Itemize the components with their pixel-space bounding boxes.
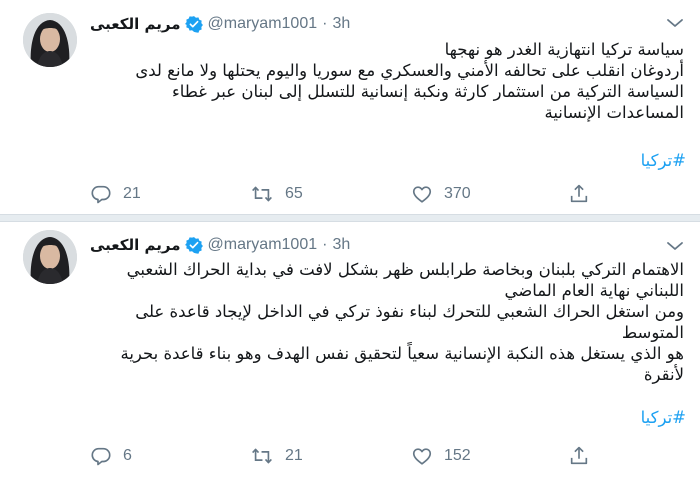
retweet-button[interactable]: 21 bbox=[250, 444, 303, 468]
tweet-text-line: هو الذي يستغل هذه النكبة الإنسانية سعياً… bbox=[120, 344, 684, 363]
handle[interactable]: @maryam1001 bbox=[208, 236, 318, 254]
reply-button[interactable]: 21 bbox=[90, 182, 141, 206]
handle[interactable]: @maryam1001 bbox=[208, 15, 318, 33]
display-name[interactable]: مريم الكعبى bbox=[90, 236, 181, 254]
share-icon bbox=[570, 446, 588, 465]
retweet-count: 65 bbox=[285, 185, 303, 202]
tweet-text-line: المتوسط bbox=[621, 323, 684, 342]
tweet[interactable]: مريم الكعبى @maryam1001 · 3h سياسة تركيا… bbox=[0, 0, 700, 214]
tweet-actions: 6 21 152 bbox=[90, 444, 690, 468]
separator-dot: · bbox=[322, 236, 328, 253]
tweet-text-line: المساعدات الإنسانية bbox=[544, 103, 684, 122]
reply-count: 6 bbox=[123, 447, 132, 464]
tweet-separator bbox=[0, 214, 700, 222]
tweet-header: مريم الكعبى @maryam1001 · 3h bbox=[90, 13, 350, 35]
avatar[interactable] bbox=[23, 230, 77, 284]
tweet-text-line: السياسة التركية من استثمار كارثة ونكبة إ… bbox=[171, 82, 684, 101]
tweet-text-line: سياسة تركيا انتهازية الغدر هو نهجها bbox=[444, 40, 684, 59]
tweet-actions: 21 65 370 bbox=[90, 182, 690, 206]
display-name[interactable]: مريم الكعبى bbox=[90, 15, 181, 33]
reply-button[interactable]: 6 bbox=[90, 444, 132, 468]
share-button[interactable] bbox=[568, 444, 590, 468]
like-button[interactable]: 152 bbox=[411, 444, 471, 468]
separator-dot: · bbox=[322, 15, 328, 32]
retweet-icon bbox=[252, 186, 272, 202]
reply-count: 21 bbox=[123, 185, 141, 202]
like-count: 152 bbox=[444, 447, 471, 464]
chevron-down-icon[interactable] bbox=[664, 238, 686, 254]
share-button[interactable] bbox=[568, 182, 590, 206]
tweet-text-line: الاهتمام التركي بلبنان وبخاصة طرابلس ظهر… bbox=[126, 260, 684, 279]
chevron-down-icon[interactable] bbox=[664, 15, 686, 31]
retweet-count: 21 bbox=[285, 447, 303, 464]
tweet-text: سياسة تركيا انتهازية الغدر هو نهجها أردو… bbox=[90, 39, 684, 123]
tweet-text-line: أردوغان انقلب على تحالفه الأمني والعسكري… bbox=[135, 61, 684, 80]
hashtag-link[interactable]: #تركيا bbox=[641, 408, 686, 427]
tweet-header: مريم الكعبى @maryam1001 · 3h bbox=[90, 234, 350, 256]
hashtag-link[interactable]: #تركيا bbox=[641, 151, 686, 170]
verified-badge-icon bbox=[184, 15, 203, 33]
timestamp[interactable]: 3h bbox=[332, 15, 350, 33]
like-button[interactable]: 370 bbox=[411, 182, 471, 206]
reply-icon bbox=[91, 447, 111, 466]
tweet[interactable]: مريم الكعبى @maryam1001 · 3h الاهتمام ال… bbox=[0, 222, 700, 478]
like-count: 370 bbox=[444, 185, 471, 202]
share-icon bbox=[570, 184, 588, 203]
tweet-text-line: ومن استغل الحراك الشعبي للتحرك لبناء نفو… bbox=[135, 302, 684, 321]
reply-icon bbox=[91, 185, 111, 204]
timestamp[interactable]: 3h bbox=[332, 236, 350, 254]
retweet-icon bbox=[252, 448, 272, 464]
retweet-button[interactable]: 65 bbox=[250, 182, 303, 206]
tweet-text-line: اللبناني نهاية العام الماضي bbox=[504, 281, 684, 300]
verified-badge-icon bbox=[184, 236, 203, 254]
heart-icon bbox=[412, 448, 432, 465]
avatar[interactable] bbox=[23, 13, 77, 67]
tweet-text: الاهتمام التركي بلبنان وبخاصة طرابلس ظهر… bbox=[90, 259, 684, 385]
tweet-text-line: لأنقرة bbox=[643, 365, 684, 384]
heart-icon bbox=[412, 186, 432, 203]
